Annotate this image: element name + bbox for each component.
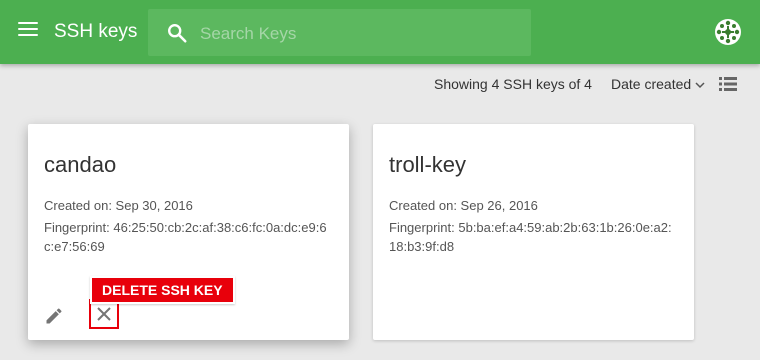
sort-dropdown[interactable]: Date created [611,76,705,92]
avatar-icon[interactable] [714,18,742,46]
key-fingerprint: Fingerprint: 5b:ba:ef:a4:59:ab:2b:63:1b:… [389,220,672,254]
ssh-key-card: candao Created on: Sep 30, 2016 Fingerpr… [28,124,349,340]
sort-label: Date created [611,76,692,92]
edit-pencil-icon[interactable] [44,306,64,326]
close-icon [97,307,111,321]
key-name: troll-key [389,152,467,177]
key-created-date: Created on: Sep 30, 2016 [44,198,193,213]
key-count-text: Showing 4 SSH keys of 4 [434,76,592,92]
app-bar: SSH keys [0,0,760,64]
list-view-icon[interactable] [719,77,737,91]
ssh-key-card: troll-key Created on: Sep 26, 2016 Finge… [373,124,694,340]
delete-tooltip: DELETE SSH KEY [90,276,235,304]
search-input[interactable] [198,9,522,58]
key-name: candao [44,152,117,177]
key-fingerprint: Fingerprint: 46:25:50:cb:2c:af:38:c6:fc:… [44,220,327,254]
search-icon [168,24,187,43]
chevron-down-icon [695,82,705,89]
key-created-date: Created on: Sep 26, 2016 [389,198,538,213]
hamburger-menu-icon[interactable] [18,22,38,42]
search-box[interactable] [148,9,531,58]
page-title: SSH keys [54,21,138,42]
